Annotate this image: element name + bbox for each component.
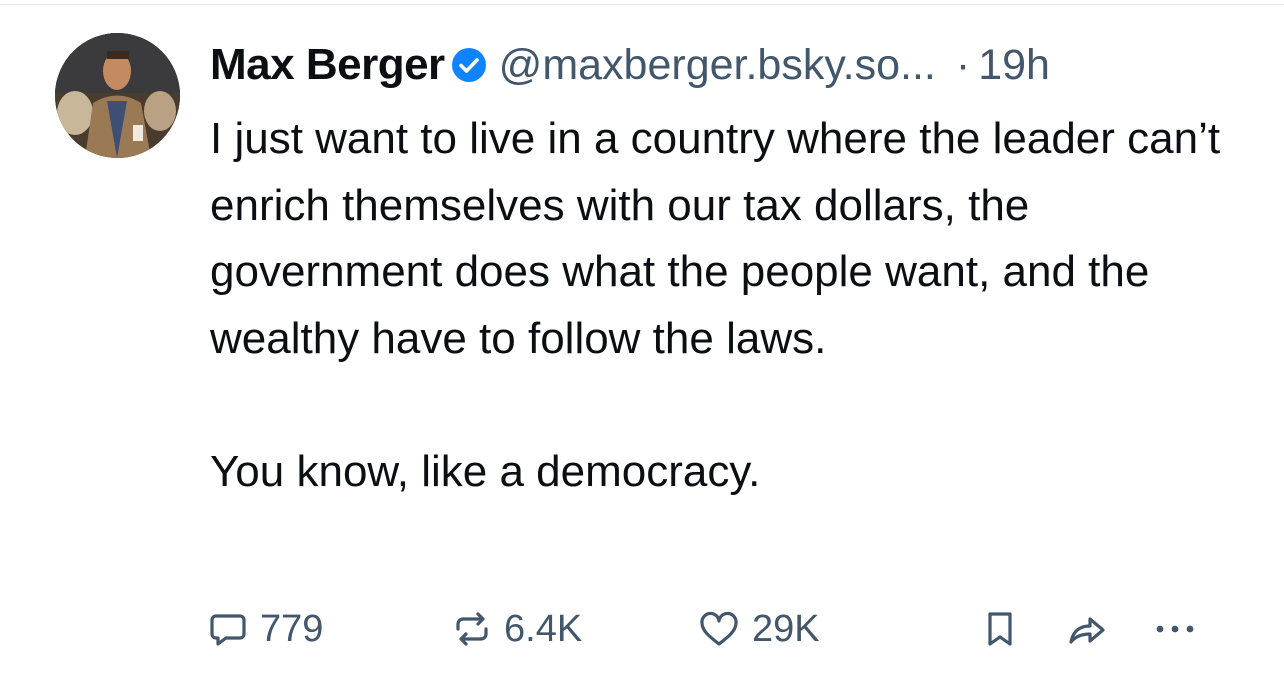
reply-icon xyxy=(210,614,246,646)
reply-count: 779 xyxy=(260,607,324,650)
share-icon xyxy=(1069,617,1105,644)
post-timestamp[interactable]: 19h xyxy=(978,41,1050,90)
reply-button[interactable]: 779 xyxy=(208,604,323,654)
like-count: 29K xyxy=(752,607,820,650)
separator-dot: · xyxy=(955,40,971,89)
repost-icon xyxy=(456,612,488,646)
post-paragraph: I just want to live in a country where t… xyxy=(210,114,1221,363)
bookmark-button[interactable] xyxy=(983,604,1017,654)
more-icon xyxy=(1156,625,1194,633)
author-handle[interactable]: @maxberger.bsky.so... xyxy=(499,41,936,90)
repost-count: 6.4K xyxy=(504,607,583,650)
post-header: Max Berger @maxberger.bsky.so... · 19h xyxy=(210,37,1050,93)
post-paragraph: You know, like a democracy. xyxy=(210,447,761,496)
avatar[interactable] xyxy=(55,33,180,158)
display-name[interactable]: Max Berger xyxy=(210,40,445,90)
like-button[interactable]: 29K xyxy=(698,604,820,654)
verified-badge-icon[interactable] xyxy=(451,47,487,83)
share-button[interactable] xyxy=(1066,604,1108,654)
post-actions: 779 6.4K 29K xyxy=(208,604,1228,654)
top-divider xyxy=(0,4,1284,5)
portrait-avatar-icon xyxy=(55,33,180,158)
heart-icon xyxy=(700,611,738,646)
bookmark-icon xyxy=(988,612,1012,646)
repost-button[interactable]: 6.4K xyxy=(452,604,582,654)
more-options-button[interactable] xyxy=(1152,604,1198,654)
post-text: I just want to live in a country where t… xyxy=(210,106,1260,506)
